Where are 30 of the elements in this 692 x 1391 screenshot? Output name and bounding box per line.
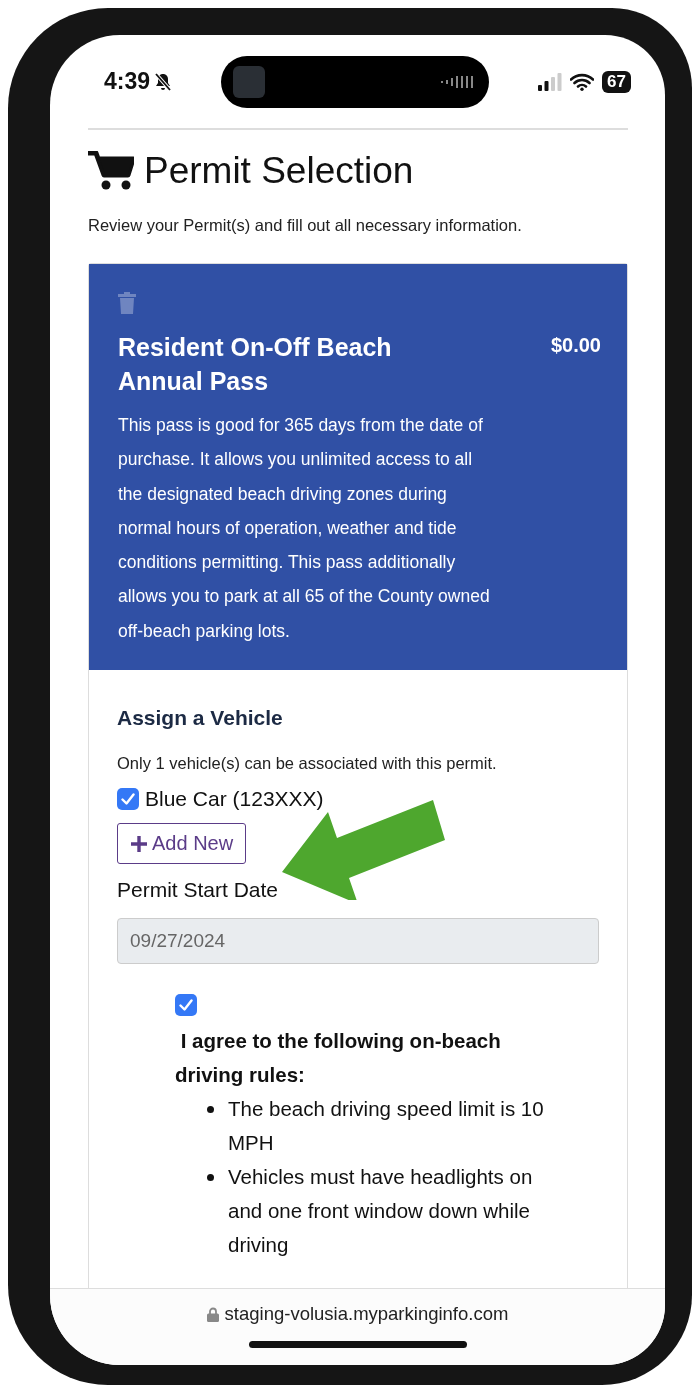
page-title: Permit Selection [144, 150, 414, 192]
permit-name: Resident On-Off Beach Annual Pass [118, 332, 393, 397]
vehicle-note: Only 1 vehicle(s) can be associated with this permit. [117, 754, 498, 774]
agreement-heading: I agree to the following on-beach driving rules: [175, 1028, 502, 1089]
section-heading: Assign a Vehicle [117, 706, 284, 731]
add-new-button[interactable]: Add New [117, 823, 247, 865]
url-text[interactable]: staging-volusia.myparkinginfo.com [224, 1303, 509, 1325]
vehicle-label: Blue Car (123XXX) [145, 787, 324, 812]
status-time: 4:39 [104, 68, 151, 95]
wifi-icon [570, 72, 595, 91]
permit-price: $0.00 [550, 334, 601, 357]
checkmark-icon [121, 793, 135, 806]
waveform-icon [441, 74, 476, 89]
agree-checkbox[interactable] [175, 994, 197, 1017]
cart-icon [88, 151, 134, 191]
plus-icon [130, 834, 148, 853]
battery-level: 67 [602, 70, 631, 93]
bullet-icon [207, 1106, 214, 1114]
thumbnail-placeholder [233, 65, 266, 98]
bullet-icon [207, 1174, 214, 1182]
field-label: Permit Start Date [117, 878, 280, 903]
rule-text: Vehicles must have headlights on and one front window down while driving [228, 1164, 534, 1259]
page-subtitle: Review your Permit(s) and fill out all necessary information. [88, 216, 523, 235]
lock-icon [206, 1306, 219, 1322]
checkmark-icon [179, 999, 193, 1012]
signal-icon [538, 72, 563, 91]
rule-text: The beach driving speed limit is 10 MPH [228, 1096, 545, 1157]
vehicle-checkbox[interactable] [117, 788, 139, 811]
trash-icon[interactable] [118, 292, 136, 314]
permit-description: This pass is good for 365 days from the date of purchase. It allows you unlimited access to all the designated beach driving zones during normal hours of operation, weather and tide conditions permitting. This pass additionally allows you to park at all 65 of the County owned off-beach parking lots. [118, 414, 491, 643]
